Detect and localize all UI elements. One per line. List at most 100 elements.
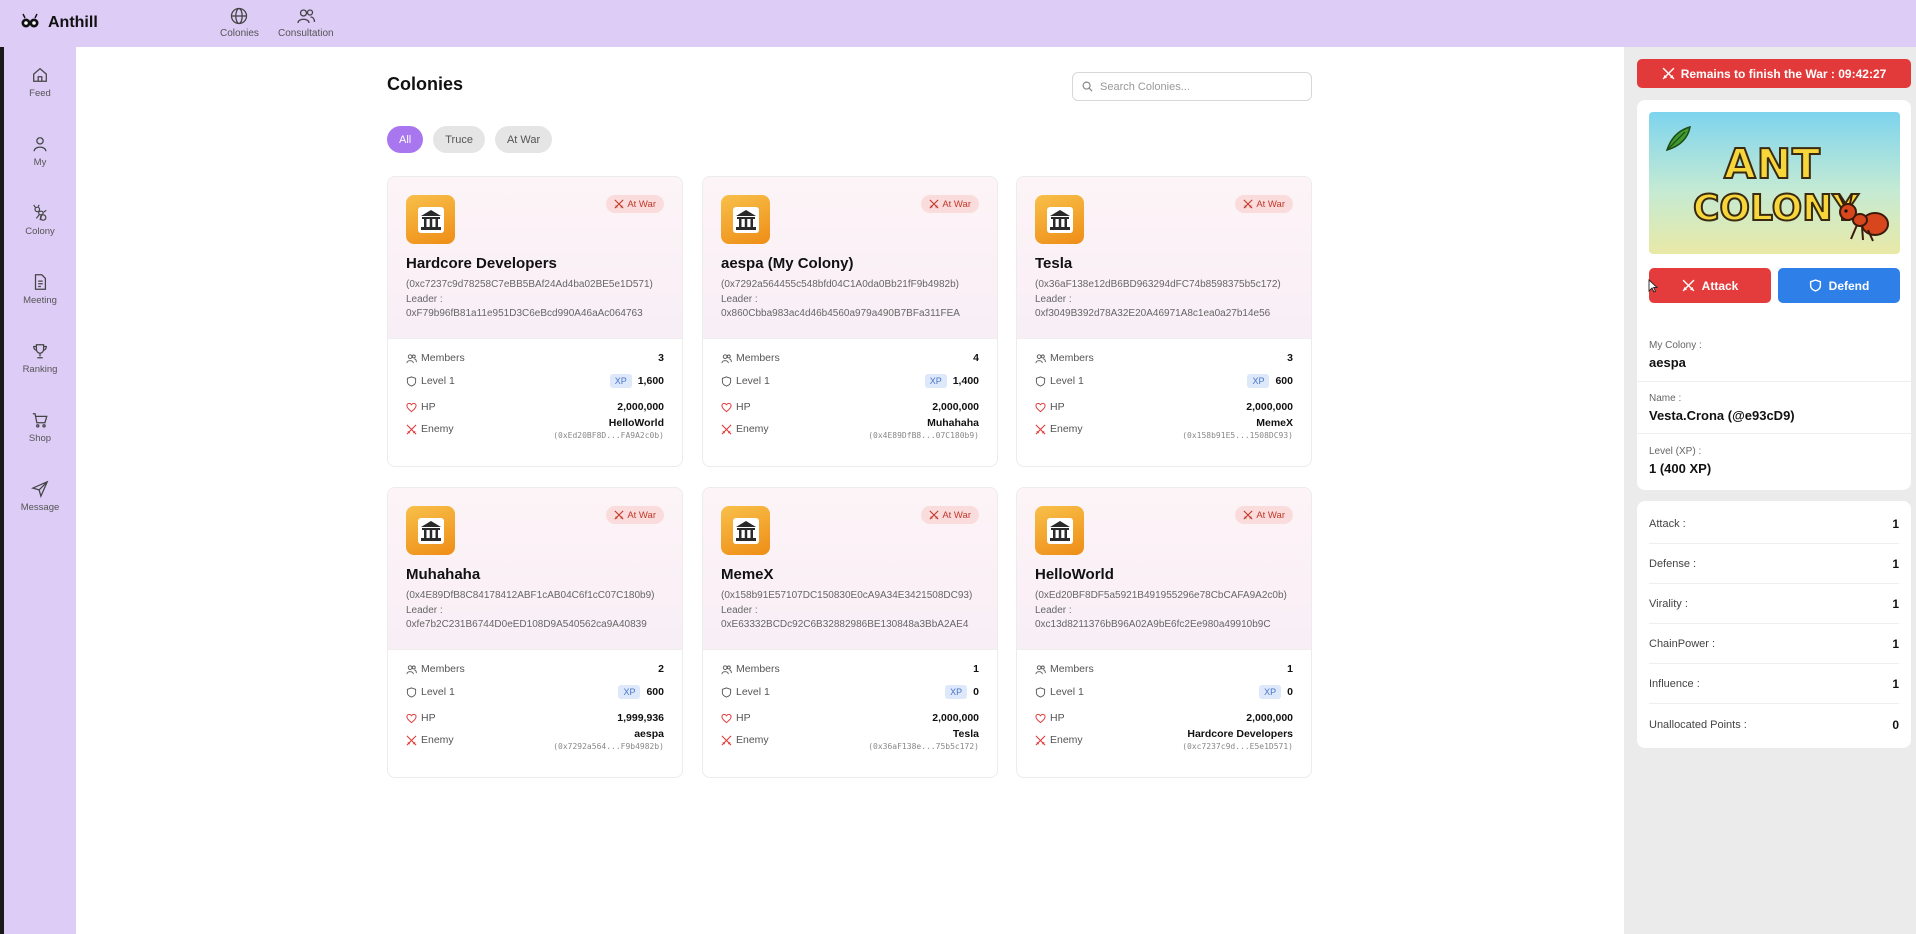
war-badge-label: At War: [1256, 198, 1285, 210]
enemy-address: (0x7292a564...F9b4982b): [553, 742, 664, 751]
colony-card[interactable]: At War HelloWorld (0xEd20BF8DF5a5921B491…: [1016, 487, 1312, 778]
bank-icon: [417, 517, 444, 544]
filter-at-war[interactable]: At War: [494, 126, 553, 153]
colony-card[interactable]: At War Tesla (0x36aF138e12dB6BD963294dFC…: [1016, 176, 1312, 467]
enemy-info[interactable]: Hardcore Developers (0xc7237c9d...E5e1D5…: [1182, 728, 1293, 751]
colony-card[interactable]: At War aespa (My Colony) (0x7292a564455c…: [702, 176, 998, 467]
topnav-colonies[interactable]: Colonies: [220, 6, 259, 39]
card-header: At War Muhahaha (0x4E89DfB8C84178412ABF1…: [388, 488, 682, 650]
war-status-badge: At War: [1235, 195, 1293, 213]
xp-badge: XP: [924, 374, 947, 388]
enemy-info[interactable]: aespa (0x7292a564...F9b4982b): [553, 728, 664, 751]
sidebar: Feed My Colony Meeting Ranking Shop Mess…: [0, 47, 76, 934]
send-icon: [31, 480, 49, 498]
hp-row: HP 2,000,000: [406, 401, 664, 413]
users-icon: [1035, 353, 1046, 363]
filter-truce[interactable]: Truce: [433, 126, 485, 153]
members-value: 2: [658, 663, 664, 675]
name-value: Vesta.Crona (@e93cD9): [1649, 408, 1795, 423]
level-label: Level (XP) :: [1649, 446, 1702, 457]
hp-label: HP: [1050, 401, 1065, 413]
sidebar-item-meeting[interactable]: Meeting: [4, 273, 76, 306]
user-icon: [33, 137, 47, 152]
members-label: Members: [421, 352, 465, 364]
leaf-icon: [1665, 125, 1691, 152]
card-header: At War Tesla (0x36aF138e12dB6BD963294dFC…: [1017, 177, 1311, 339]
hp-label: HP: [421, 712, 436, 724]
trophy-icon: [33, 344, 47, 359]
sidebar-item-colony[interactable]: Colony: [4, 204, 76, 237]
xp-badge: XP: [1247, 374, 1270, 388]
members-row: Members 3: [1035, 352, 1293, 364]
hp-label: HP: [736, 401, 751, 413]
swords-icon: [614, 510, 624, 520]
leader-address: 0xfe7b2C231B6744D0eED108D9A540562ca9A408…: [406, 619, 647, 630]
enemy-info[interactable]: MemeX (0x158b91E5...1508DC93): [1182, 417, 1293, 440]
colony-card[interactable]: At War Muhahaha (0x4E89DfB8C84178412ABF1…: [387, 487, 683, 778]
stat-value: 0: [1892, 717, 1899, 732]
xp-value: 1,400: [952, 375, 979, 387]
my-colony-section: My Colony : aespa: [1637, 340, 1911, 370]
members-label: Members: [421, 663, 465, 675]
enemy-info[interactable]: Tesla (0x36aF138e...75b5c172): [868, 728, 979, 751]
leader-address: 0xE63332BCDc92C6B32882986BE130848a3BbA2A…: [721, 619, 969, 630]
stat-label: Attack :: [1649, 518, 1686, 530]
defend-button[interactable]: Defend: [1778, 268, 1900, 303]
swords-icon: [1243, 510, 1253, 520]
enemy-info[interactable]: Muhahaha (0x4E89DfB8...07C180b9): [868, 417, 979, 440]
level-section: Level (XP) : 1 (400 XP): [1637, 446, 1911, 476]
search-box[interactable]: [1072, 72, 1312, 101]
war-badge-label: At War: [1256, 509, 1285, 521]
heart-icon: [406, 402, 417, 412]
topnav-label: Colonies: [220, 28, 259, 39]
war-status-badge: At War: [606, 195, 664, 213]
members-value: 3: [658, 352, 664, 364]
leader-label: Leader :: [721, 294, 758, 305]
stat-attack: Attack : 1: [1649, 505, 1899, 544]
sidebar-item-my[interactable]: My: [4, 135, 76, 168]
stat-value: 1: [1892, 637, 1899, 651]
xp-badge: XP: [1259, 685, 1282, 699]
attack-button-label: Attack: [1701, 278, 1739, 293]
profile-card: My Colony : aespa Name : Vesta.Crona (@e…: [1637, 328, 1911, 490]
ant-logo-icon: [21, 13, 39, 28]
brand[interactable]: Anthill: [20, 13, 98, 33]
level-row: Level 1 XP 600: [1035, 374, 1293, 388]
shield-icon: [1809, 279, 1821, 292]
filter-all[interactable]: All: [387, 126, 424, 153]
hp-row: HP 2,000,000: [721, 401, 979, 413]
topnav-consultation[interactable]: Consultation: [278, 6, 334, 39]
swords-icon: [1662, 67, 1675, 80]
right-panel: Remains to finish the War : 09:42:27 ANT…: [1624, 47, 1916, 934]
stat-unallocated: Unallocated Points : 0: [1649, 705, 1899, 744]
enemy-info[interactable]: HelloWorld (0xEd20BF8D...FA9A2c0b): [553, 417, 664, 440]
search-input[interactable]: [1100, 80, 1300, 93]
colony-logo: [721, 506, 770, 555]
sidebar-item-ranking[interactable]: Ranking: [4, 342, 76, 375]
sidebar-item-message[interactable]: Message: [4, 480, 76, 513]
level-row: Level 1 XP 1,400: [721, 374, 979, 388]
hp-row: HP 2,000,000: [1035, 401, 1293, 413]
stat-value: 1: [1892, 557, 1899, 571]
members-row: Members 3: [406, 352, 664, 364]
sidebar-item-feed[interactable]: Feed: [4, 66, 76, 99]
leader-label: Leader :: [1035, 605, 1072, 616]
colony-card[interactable]: At War MemeX (0x158b91E57107DC150830E0cA…: [702, 487, 998, 778]
level-label: Level 1: [736, 686, 770, 698]
enemy-label: Enemy: [1050, 734, 1083, 746]
main-content: Colonies All Truce At War: [76, 47, 1624, 934]
sidebar-item-shop[interactable]: Shop: [4, 411, 76, 444]
enemy-address: (0xEd20BF8D...FA9A2c0b): [553, 431, 664, 440]
members-row: Members 2: [406, 663, 664, 675]
top-bar: Anthill Colonies Consultation: [0, 0, 1916, 47]
enemy-address: (0x4E89DfB8...07C180b9): [868, 431, 979, 440]
members-value: 1: [973, 663, 979, 675]
level-row: Level 1 XP 0: [1035, 685, 1293, 699]
members-label: Members: [1050, 352, 1094, 364]
swords-icon: [929, 510, 939, 520]
hp-row: HP 2,000,000: [721, 712, 979, 724]
colony-card[interactable]: At War Hardcore Developers (0xc7237c9d78…: [387, 176, 683, 467]
attack-button[interactable]: Attack: [1649, 268, 1771, 303]
members-label: Members: [736, 352, 780, 364]
level-value: 1 (400 XP): [1649, 461, 1712, 476]
